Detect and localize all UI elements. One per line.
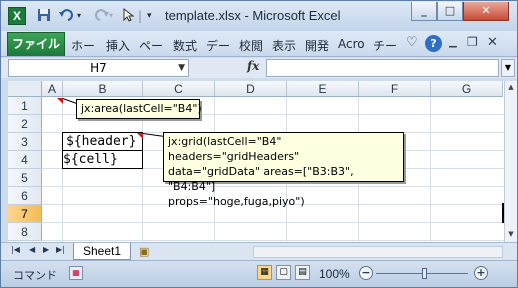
normal-view-icon[interactable]: ▦ — [257, 265, 272, 280]
grid-line — [62, 97, 63, 242]
pointer-icon[interactable] — [122, 7, 135, 24]
comment-a1[interactable]: jx:area(lastCell="B4") — [76, 99, 202, 119]
horizontal-scrollbar[interactable] — [253, 246, 503, 258]
insert-function-icon[interactable]: fx — [247, 59, 259, 73]
tab-formulas[interactable]: 数式 — [173, 37, 197, 54]
scroll-up-icon[interactable]: ▲ — [505, 81, 517, 94]
tab-home[interactable]: ホー — [71, 37, 95, 54]
row-header-6[interactable]: 6 — [8, 187, 42, 205]
ribbon-close-icon[interactable]: ✕ — [487, 35, 498, 50]
formula-input[interactable] — [266, 59, 499, 77]
window-title: template.xlsx - Microsoft Excel — [165, 8, 341, 23]
scroll-down-icon[interactable]: ▼ — [505, 228, 517, 241]
comment-b3-line-3: props="hoge,fuga,piyo") — [168, 195, 305, 208]
tab-team[interactable]: チー — [373, 37, 397, 54]
row-header-5[interactable]: 5 — [8, 169, 42, 187]
comment-a1-text: jx:area(lastCell="B4") — [81, 102, 202, 115]
redo-dropdown-icon[interactable]: ▾ — [109, 8, 113, 24]
maximize-button[interactable]: □ — [437, 2, 463, 21]
tab-developer[interactable]: 開発 — [305, 37, 329, 54]
sheet-tab-sheet1[interactable]: Sheet1 — [73, 243, 131, 260]
customize-icon[interactable]: ▾ — [147, 8, 152, 24]
last-sheet-icon[interactable]: ▶| — [56, 245, 65, 254]
ribbon-restore-icon[interactable]: ❐ — [467, 35, 478, 49]
column-header-f[interactable]: F — [359, 81, 431, 97]
zoom-out-button[interactable]: − — [359, 266, 373, 280]
tab-data[interactable]: デー — [206, 37, 230, 54]
tab-insert[interactable]: 挿入 — [106, 37, 130, 54]
excel-window: X ▾ ▾ | ▾ template.xlsx - Microsoft Exce… — [0, 0, 518, 288]
grid-line — [42, 240, 504, 241]
formula-expand-icon[interactable]: ▼ — [501, 59, 515, 77]
cell-b4[interactable]: ${cell} — [63, 151, 118, 169]
tab-review[interactable]: 校閲 — [239, 37, 263, 54]
redo-icon[interactable] — [91, 8, 109, 24]
excel-app-icon[interactable]: X — [8, 7, 26, 25]
ribbon-tabs: ファイル ホー 挿入 ペー 数式 デー 校閲 表示 開発 Acro チー ♡ ?… — [1, 31, 517, 57]
column-header-d[interactable]: D — [215, 81, 287, 97]
page-layout-view-icon[interactable]: ▢ — [276, 265, 291, 280]
prev-sheet-icon[interactable]: ◀ — [29, 245, 35, 254]
comment-arrow — [142, 133, 165, 138]
help-icon[interactable]: ? — [425, 35, 442, 52]
row-header-1[interactable]: 1 — [8, 97, 42, 115]
comment-b3-line-1: jx:grid(lastCell="B4" headers="gridHeade… — [168, 135, 300, 163]
next-sheet-icon[interactable]: ▶ — [43, 245, 49, 254]
comment-b3[interactable]: jx:grid(lastCell="B4" headers="gridHeade… — [163, 132, 404, 208]
vertical-scrollbar[interactable]: ▲ ▼ — [504, 81, 517, 242]
sheet-tab-bar: |◀ ◀ ▶ ▶| Sheet1 ▣ — [1, 242, 517, 260]
status-mode: コマンド — [13, 269, 57, 282]
save-icon[interactable] — [37, 8, 51, 24]
undo-dropdown-icon[interactable]: ▾ — [77, 8, 81, 24]
close-button[interactable]: ✕ — [463, 2, 509, 21]
column-header-g[interactable]: G — [431, 81, 503, 97]
column-header-a[interactable]: A — [42, 81, 63, 97]
comment-arrow — [62, 98, 77, 104]
row-header-8[interactable]: 8 — [8, 223, 42, 241]
row-header-4[interactable]: 4 — [8, 151, 42, 169]
formula-bar: H7 ▼ fx ▼ — [1, 58, 517, 78]
page-break-view-icon[interactable]: ▤ — [295, 265, 310, 280]
worksheet-grid[interactable]: A B C D E F G 1 2 3 4 5 6 7 8 ${header} … — [8, 81, 504, 242]
cell-b3[interactable]: ${header} — [66, 133, 136, 151]
row-header-2[interactable]: 2 — [8, 115, 42, 133]
zoom-slider-thumb[interactable] — [422, 268, 427, 279]
ribbon-minimize-icon[interactable]: ▁ — [449, 37, 457, 48]
undo-icon[interactable] — [59, 8, 77, 24]
column-header-e[interactable]: E — [287, 81, 359, 97]
column-header-c[interactable]: C — [143, 81, 215, 97]
grid-line — [42, 222, 504, 223]
macro-record-icon[interactable]: ▦ — [69, 266, 83, 280]
name-box[interactable]: H7 ▼ — [8, 59, 189, 77]
tab-file[interactable]: ファイル — [7, 32, 65, 56]
name-box-value: H7 — [90, 61, 107, 75]
status-bar: コマンド ▦ ▦ ▢ ▤ 100% − + — [1, 260, 517, 287]
column-header-b[interactable]: B — [63, 81, 143, 97]
zoom-level[interactable]: 100% — [319, 267, 350, 281]
tab-page-layout[interactable]: ペー — [139, 37, 163, 54]
minimize-button[interactable]: _ — [411, 2, 437, 21]
separator: | — [138, 9, 143, 23]
first-sheet-icon[interactable]: |◀ — [11, 245, 20, 254]
title-bar: X ▾ ▾ | ▾ template.xlsx - Microsoft Exce… — [1, 1, 517, 31]
grid-line — [430, 97, 431, 242]
name-box-dropdown-icon[interactable]: ▼ — [178, 60, 185, 76]
insert-sheet-icon[interactable]: ▣ — [139, 245, 149, 258]
tab-acrobat[interactable]: Acro — [338, 37, 365, 51]
zoom-in-button[interactable]: + — [474, 266, 488, 280]
select-all-corner[interactable] — [8, 81, 42, 97]
row-header-7[interactable]: 7 — [8, 205, 42, 223]
comment-b3-line-2: data="gridData" areas=["B3:B3", "B4:B4"] — [168, 165, 354, 193]
row-header-3[interactable]: 3 — [8, 133, 42, 151]
tab-view[interactable]: 表示 — [272, 37, 296, 54]
heart-icon[interactable]: ♡ — [406, 35, 418, 50]
